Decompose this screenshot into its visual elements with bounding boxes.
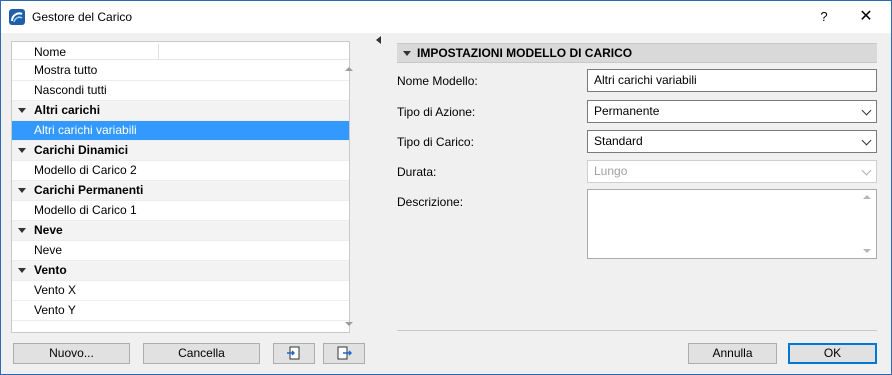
tree-row-label: Neve: [34, 223, 63, 237]
import-button[interactable]: [273, 343, 315, 364]
expand-triangle-icon[interactable]: [18, 268, 26, 273]
app-icon: [9, 9, 25, 25]
tree-row-label: Vento X: [34, 283, 77, 297]
scroll-up-icon[interactable]: [345, 67, 353, 71]
cancel-button[interactable]: Annulla: [688, 343, 777, 364]
tree-group-row[interactable]: Neve: [12, 221, 349, 241]
load-model-tree[interactable]: Nome Mostra tutto Nascondi tutti Altri car…: [11, 41, 350, 333]
tree-row-label: Mostra tutto: [34, 63, 98, 77]
scroll-down-icon[interactable]: [345, 322, 353, 326]
expand-triangle-icon[interactable]: [18, 108, 26, 113]
expand-triangle-icon[interactable]: [18, 188, 26, 193]
tree-row-label: Modello di Carico 2: [34, 163, 137, 177]
tree-item-row[interactable]: Modello di Carico 1: [12, 201, 349, 221]
chevron-down-icon: [861, 105, 872, 116]
column-header-name[interactable]: Nome: [34, 44, 159, 60]
tree-row-label: Modello di Carico 1: [34, 203, 137, 217]
tree-body: Mostra tutto Nascondi tutti Altri carichi A…: [12, 61, 349, 321]
tree-item-row[interactable]: Vento X: [12, 281, 349, 301]
tree-item-row[interactable]: Neve: [12, 241, 349, 261]
model-name-label: Nome Modello:: [397, 74, 478, 88]
chevron-down-icon: [861, 165, 872, 176]
tree-row-label: Altri carichi variabili: [34, 123, 137, 137]
tree-row-label: Carichi Dinamici: [34, 143, 129, 157]
tree-row-label: Altri carichi: [34, 103, 101, 117]
description-textarea[interactable]: [587, 189, 877, 259]
tree-item-row[interactable]: Modello di Carico 2: [12, 161, 349, 181]
collapse-triangle-icon: [403, 51, 411, 56]
tree-item-row[interactable]: Vento Y: [12, 301, 349, 321]
action-type-select[interactable]: Permanente: [587, 100, 877, 123]
new-button[interactable]: Nuovo...: [13, 343, 130, 364]
tree-row-label: Nascondi tutti: [34, 83, 107, 97]
tree-header: Nome: [12, 42, 349, 60]
tree-item-row[interactable]: Altri carichi variabili: [12, 121, 349, 141]
ok-button[interactable]: OK: [788, 343, 877, 364]
tree-group-row[interactable]: Carichi Permanenti: [12, 181, 349, 201]
model-name-value: Altri carichi variabili: [594, 73, 697, 87]
section-header[interactable]: IMPOSTAZIONI MODELLO DI CARICO: [397, 43, 877, 63]
action-type-label: Tipo di Azione:: [397, 105, 476, 119]
duration-label: Durata:: [397, 165, 437, 179]
divider: [397, 330, 877, 331]
description-label: Descrizione:: [397, 195, 464, 209]
scroll-down-icon[interactable]: [863, 249, 871, 253]
tree-item-row[interactable]: Mostra tutto: [12, 61, 349, 81]
chevron-down-icon: [861, 135, 872, 146]
collapse-panel-icon[interactable]: [376, 36, 381, 44]
tree-row-label: Vento: [34, 263, 67, 277]
load-type-select[interactable]: Standard: [587, 130, 877, 153]
export-icon: [337, 346, 352, 360]
expand-triangle-icon[interactable]: [18, 148, 26, 153]
expand-triangle-icon[interactable]: [18, 228, 26, 233]
tree-row-label: Neve: [34, 243, 63, 257]
tree-group-row[interactable]: Altri carichi: [12, 101, 349, 121]
tree-group-row[interactable]: Carichi Dinamici: [12, 141, 349, 161]
model-name-field[interactable]: Altri carichi variabili: [587, 69, 877, 92]
duration-value: Lungo: [594, 164, 628, 178]
duration-select: Lungo: [587, 160, 877, 183]
window-title: Gestore del Carico: [32, 10, 133, 24]
title-bar: Gestore del Carico ? ✕: [1, 1, 891, 33]
help-button[interactable]: ?: [809, 7, 839, 27]
tree-row-label: Vento Y: [34, 303, 76, 317]
delete-button[interactable]: Cancella: [143, 343, 260, 364]
section-title: IMPOSTAZIONI MODELLO DI CARICO: [417, 46, 633, 60]
tree-group-row[interactable]: Vento: [12, 261, 349, 281]
tree-item-row[interactable]: Nascondi tutti: [12, 81, 349, 101]
load-manager-dialog: Gestore del Carico ? ✕ Nome Mostra tutto…: [0, 0, 892, 375]
load-type-value: Standard: [594, 134, 643, 148]
load-type-label: Tipo di Carico:: [397, 135, 474, 149]
export-button[interactable]: [323, 343, 365, 364]
tree-row-label: Carichi Permanenti: [34, 183, 144, 197]
close-button[interactable]: ✕: [849, 7, 883, 27]
action-type-value: Permanente: [594, 104, 660, 118]
scroll-up-icon[interactable]: [863, 195, 871, 199]
import-icon: [287, 346, 300, 360]
